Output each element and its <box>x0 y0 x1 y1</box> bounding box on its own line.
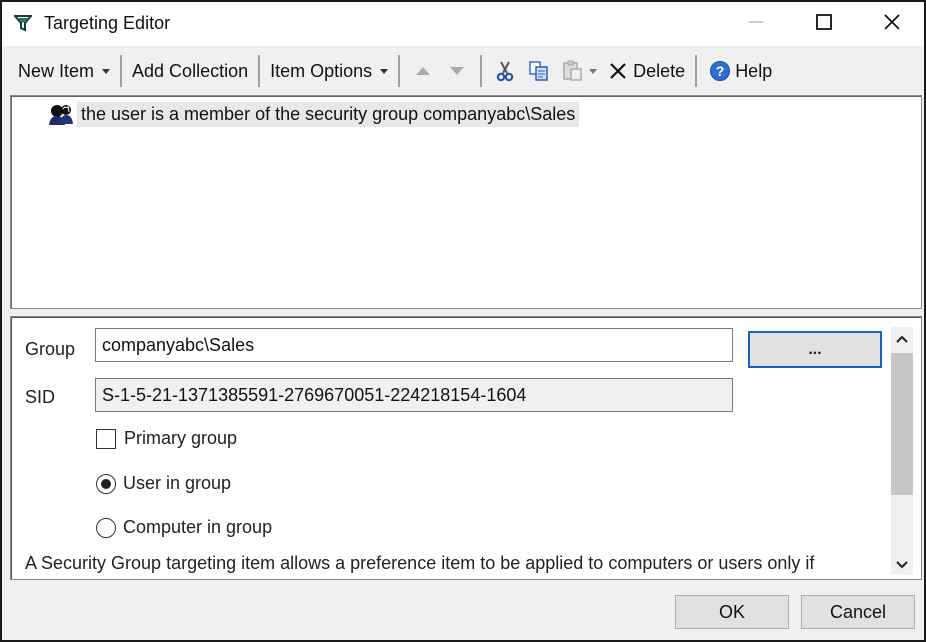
group-input[interactable] <box>95 328 733 362</box>
primary-group-checkbox[interactable]: Primary group <box>96 428 237 449</box>
radio-dot <box>101 478 111 489</box>
chevron-down-icon <box>102 68 111 74</box>
delete-button[interactable]: Delete <box>601 54 689 88</box>
copy-button[interactable] <box>522 54 556 88</box>
scissors-icon <box>492 58 518 84</box>
targeting-items-tree[interactable]: the user is a member of the security gro… <box>10 95 922 309</box>
user-in-group-radio[interactable]: User in group <box>96 473 231 494</box>
arrow-up-icon <box>410 58 436 84</box>
toolbar: New Item Add Collection Item Options Del… <box>2 46 924 96</box>
paste-icon <box>560 58 586 84</box>
add-collection-label: Add Collection <box>132 60 249 81</box>
window-title: Targeting Editor <box>44 13 171 33</box>
toolbar-separator <box>480 55 483 87</box>
title-bar: Targeting Editor <box>2 2 924 46</box>
toolbar-separator <box>695 55 698 87</box>
sid-input[interactable] <box>95 378 733 412</box>
group-label: Group <box>25 339 76 359</box>
item-options-button[interactable]: Item Options <box>266 54 392 88</box>
minimize-button[interactable] <box>722 2 790 46</box>
minimize-icon <box>748 14 764 35</box>
cut-button[interactable] <box>488 54 522 88</box>
description-text: A Security Group targeting item allows a… <box>25 553 815 573</box>
scrollbar-thumb[interactable] <box>891 353 913 495</box>
maximize-button[interactable] <box>790 2 858 46</box>
targeting-editor-window: Targeting Editor New Item Add Collection… <box>0 0 926 642</box>
radio-button-selected[interactable] <box>96 473 116 494</box>
toolbar-separator <box>258 55 261 87</box>
new-item-button[interactable]: New Item <box>14 54 114 88</box>
svg-text:?: ? <box>716 63 725 79</box>
move-up-button[interactable] <box>406 54 440 88</box>
help-button[interactable]: ? Help <box>703 54 776 88</box>
toolbar-separator <box>398 55 401 87</box>
tree-item[interactable]: the user is a member of the security gro… <box>47 102 580 127</box>
move-down-button[interactable] <box>440 54 474 88</box>
add-collection-button[interactable]: Add Collection <box>128 54 252 88</box>
help-label: Help <box>735 60 773 81</box>
user-in-group-label: User in group <box>123 473 232 493</box>
primary-group-label: Primary group <box>124 428 238 448</box>
chevron-down-icon <box>380 68 389 74</box>
vertical-scrollbar[interactable] <box>891 327 913 575</box>
computer-in-group-label: Computer in group <box>123 517 273 537</box>
radio-button[interactable] <box>96 517 116 538</box>
chevron-down-icon <box>589 68 598 74</box>
copy-icon <box>526 58 552 84</box>
delete-label: Delete <box>633 60 686 81</box>
scroll-up-button[interactable] <box>891 327 913 349</box>
checkbox-box[interactable] <box>96 428 116 449</box>
chevron-down-icon <box>896 554 908 574</box>
scroll-down-button[interactable] <box>891 553 913 575</box>
maximize-icon <box>815 13 833 36</box>
help-icon: ? <box>707 58 733 84</box>
ok-button[interactable]: OK <box>675 595 789 629</box>
arrow-down-icon <box>444 58 470 84</box>
browse-group-button[interactable]: ... <box>748 331 882 368</box>
toolbar-separator <box>120 55 123 87</box>
security-group-users-icon <box>47 103 75 127</box>
tree-item-label: the user is a member of the security gro… <box>77 102 580 127</box>
cancel-button[interactable]: Cancel <box>801 595 915 629</box>
sid-label: SID <box>25 387 56 407</box>
paste-button[interactable] <box>556 54 601 88</box>
item-options-label: Item Options <box>270 60 373 81</box>
properties-panel: Group ... SID Primary group User in grou… <box>10 316 922 580</box>
new-item-label: New Item <box>18 60 95 81</box>
computer-in-group-radio[interactable]: Computer in group <box>96 517 272 538</box>
filter-funnel-icon <box>12 14 34 32</box>
close-button[interactable] <box>858 2 926 46</box>
close-icon <box>883 13 901 36</box>
delete-x-icon <box>605 58 631 84</box>
chevron-up-icon <box>896 328 908 348</box>
